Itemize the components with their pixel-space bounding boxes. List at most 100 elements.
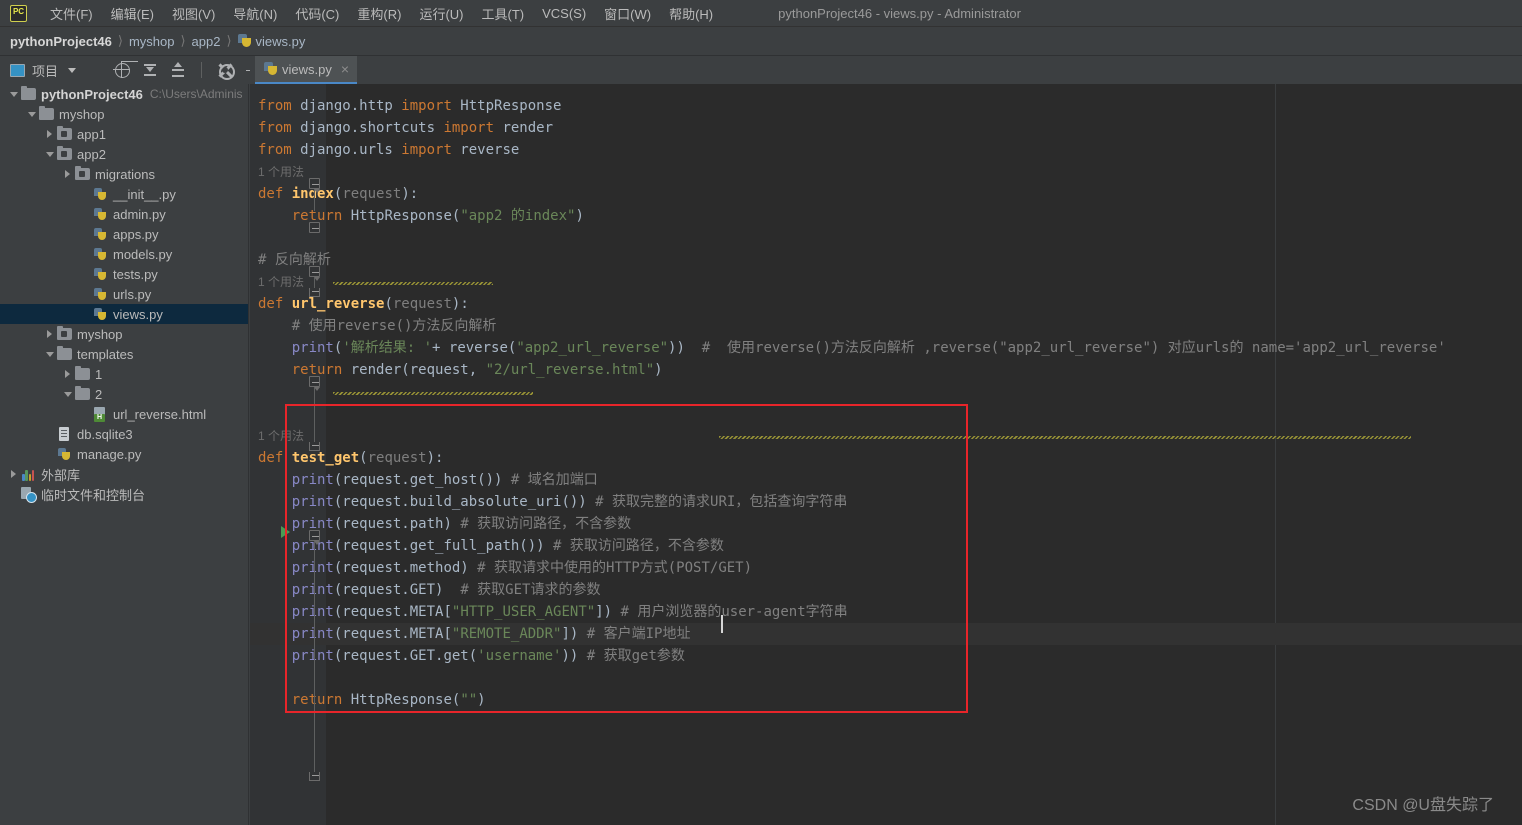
tree-toggle-closed[interactable] — [61, 164, 75, 184]
menu-window[interactable]: 窗口(W) — [595, 1, 660, 26]
chevron-right-icon[interactable] — [65, 370, 70, 378]
tree-toggle-open[interactable] — [7, 84, 21, 104]
code-line[interactable]: from django.http import HttpResponse — [258, 95, 561, 117]
token-ident: render — [494, 120, 554, 136]
run-gutter-icon[interactable] — [281, 526, 290, 538]
collapse-all-icon[interactable] — [140, 60, 160, 80]
tree-row-app1[interactable]: app1 — [0, 124, 248, 144]
tree-row-[interactable]: 外部库 — [0, 464, 248, 484]
breadcrumb-item-myshop[interactable]: myshop — [129, 34, 175, 49]
code-line[interactable]: from django.urls import reverse — [258, 139, 519, 161]
code-line[interactable]: print(request.GET.get('username')) # 获取g… — [258, 645, 685, 667]
tree-toggle-open[interactable] — [43, 144, 57, 164]
tree-row-viewspy[interactable]: views.py — [0, 304, 248, 324]
menu-run[interactable]: 运行(U) — [410, 1, 472, 26]
chevron-right-icon[interactable] — [65, 170, 70, 178]
menu-view[interactable]: 视图(V) — [163, 1, 224, 26]
token-kw: from — [258, 120, 292, 136]
usage-hint[interactable]: 1 个用法 — [258, 425, 304, 447]
menu-code[interactable]: 代码(C) — [286, 1, 348, 26]
tree-row-managepy[interactable]: manage.py — [0, 444, 248, 464]
tree-row-1[interactable]: 1 — [0, 364, 248, 384]
code-line[interactable]: print('解析结果: '+ reverse("app2_url_revers… — [258, 337, 1446, 359]
tab-views-py[interactable]: views.py × — [255, 56, 358, 84]
usage-hint[interactable]: 1 个用法 — [258, 161, 304, 183]
code-line[interactable]: def test_get(request): — [258, 447, 443, 469]
tree-toggle-open[interactable] — [43, 344, 57, 364]
breadcrumb-item-file[interactable]: views.py — [256, 34, 306, 49]
chevron-down-icon[interactable] — [46, 152, 54, 157]
breadcrumb-item-app2[interactable]: app2 — [192, 34, 221, 49]
chevron-right-icon[interactable] — [47, 130, 52, 138]
tree-row-[interactable]: 临时文件和控制台 — [0, 484, 248, 504]
code-line[interactable]: print(request.GET) # 获取GET请求的参数 — [258, 579, 601, 601]
tree-toggle-closed[interactable] — [43, 124, 57, 144]
menu-help[interactable]: 帮助(H) — [660, 1, 722, 26]
expand-icon[interactable] — [168, 60, 188, 80]
menu-vcs[interactable]: VCS(S) — [533, 3, 595, 24]
code-line[interactable]: from django.shortcuts import render — [258, 117, 553, 139]
chevron-right-icon[interactable] — [11, 470, 16, 478]
chevron-down-icon[interactable] — [68, 67, 77, 73]
tree-row-myshop[interactable]: myshop — [0, 324, 248, 344]
code-line[interactable]: print(request.META["HTTP_USER_AGENT"]) #… — [258, 601, 848, 623]
tree-toggle-closed[interactable] — [7, 464, 21, 484]
code-line[interactable]: def url_reverse(request): — [258, 293, 469, 315]
fold-marker-line14[interactable] — [309, 530, 320, 545]
fold-marker-line3[interactable] — [309, 222, 320, 233]
tree-row-migrations[interactable]: migrations — [0, 164, 248, 184]
menu-edit[interactable]: 编辑(E) — [102, 1, 163, 26]
token-str: "REMOTE_ADDR" — [451, 626, 562, 642]
code-line[interactable]: # 使用reverse()方法反向解析 — [258, 315, 497, 337]
code-line[interactable]: def index(request): — [258, 183, 418, 205]
tree-toggle-closed[interactable] — [43, 324, 57, 344]
chevron-right-icon[interactable] — [47, 330, 52, 338]
tree-row-2[interactable]: 2 — [0, 384, 248, 404]
tree-row-pythonProject46[interactable]: pythonProject46 C:\Users\Adminis — [0, 84, 248, 104]
breadcrumb-separator: ⟩ — [180, 33, 186, 48]
code-line[interactable]: print(request.get_host()) # 域名加端口 — [258, 469, 598, 491]
code-line[interactable]: print(request.META["REMOTE_ADDR"]) # 客户端… — [258, 623, 691, 645]
token-cmt: # 使用reverse()方法反向解析 ,reverse("app2_url_r… — [701, 340, 1446, 356]
tree-row-app2[interactable]: app2 — [0, 144, 248, 164]
fold-marker-line8[interactable] — [309, 376, 320, 391]
code-editor[interactable]: 1from django.http import HttpResponse2fr… — [250, 84, 1522, 825]
tree-row-appspy[interactable]: apps.py — [0, 224, 248, 244]
menu-tools[interactable]: 工具(T) — [472, 1, 533, 26]
code-line[interactable]: print(request.get_full_path()) # 获取访问路径，… — [258, 535, 724, 557]
fold-marker-line1[interactable] — [309, 178, 320, 193]
menu-refactor[interactable]: 重构(R) — [348, 1, 410, 26]
token-ident — [258, 538, 292, 554]
token-cmt: # 获取完整的请求URI，包括查询字符串 — [595, 494, 848, 510]
tree-row-initpy[interactable]: __init__.py — [0, 184, 248, 204]
code-line[interactable]: return HttpResponse("app2 的index") — [258, 205, 584, 227]
code-line[interactable]: return HttpResponse("") — [258, 689, 486, 711]
tree-toggle-open[interactable] — [25, 104, 39, 124]
chevron-down-icon[interactable] — [10, 92, 18, 97]
chevron-down-icon[interactable] — [28, 112, 36, 117]
tree-row-dbsqlite3[interactable]: db.sqlite3 — [0, 424, 248, 444]
menu-navigate[interactable]: 导航(N) — [224, 1, 286, 26]
fold-marker-line4[interactable] — [309, 266, 320, 281]
tree-row-templates[interactable]: templates — [0, 344, 248, 364]
settings-gear-icon[interactable] — [215, 60, 235, 80]
tree-toggle-open[interactable] — [61, 384, 75, 404]
tree-row-adminpy[interactable]: admin.py — [0, 204, 248, 224]
menu-file[interactable]: 文件(F) — [41, 1, 102, 26]
tree-row-urlreversehtml[interactable]: url_reverse.html — [0, 404, 248, 424]
usage-hint[interactable]: 1 个用法 — [258, 271, 304, 293]
breadcrumb-item-project[interactable]: pythonProject46 — [10, 34, 112, 49]
code-line[interactable]: print(request.method) # 获取请求中使用的HTTP方式(P… — [258, 557, 752, 579]
close-icon[interactable]: × — [341, 62, 349, 76]
chevron-down-icon[interactable] — [46, 352, 54, 357]
chevron-down-icon[interactable] — [64, 392, 72, 397]
tree-row-myshop[interactable]: myshop — [0, 104, 248, 124]
editor-scrollbar[interactable] — [1510, 84, 1522, 825]
tree-row-testspy[interactable]: tests.py — [0, 264, 248, 284]
code-line[interactable]: print(request.build_absolute_uri()) # 获取… — [258, 491, 848, 513]
tree-row-urlspy[interactable]: urls.py — [0, 284, 248, 304]
tree-row-modelspy[interactable]: models.py — [0, 244, 248, 264]
locate-icon[interactable] — [112, 60, 132, 80]
project-tree[interactable]: pythonProject46 C:\Users\Adminis myshop app… — [0, 84, 249, 825]
tree-toggle-closed[interactable] — [61, 364, 75, 384]
